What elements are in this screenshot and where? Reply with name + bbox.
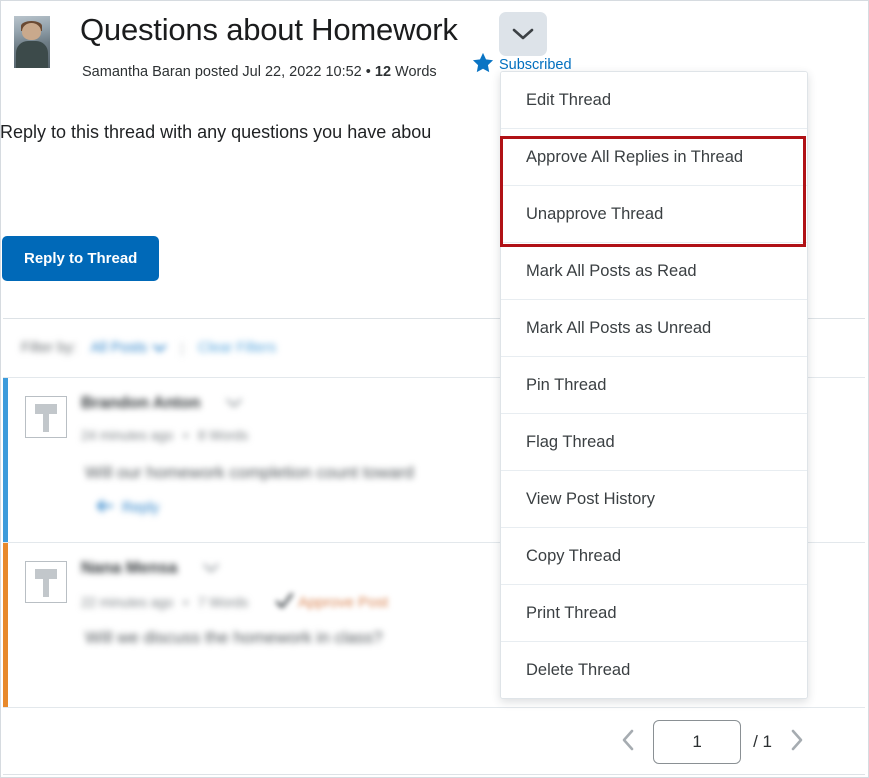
discussion-thread-screen: Questions about Homework Samantha Baran … [0,0,869,778]
post-status-accent [3,543,8,707]
post-options-icon[interactable] [203,560,219,578]
menu-item-edit-thread[interactable]: Edit Thread [501,72,807,129]
filter-dropdown-value: All Posts [90,340,148,356]
post-header: Nana Mensa [81,559,219,578]
reply-to-thread-button[interactable]: Reply to Thread [2,236,160,281]
approve-post-link[interactable]: Approve Post [275,592,389,612]
chevron-right-icon [790,730,804,754]
thread-word-suffix: Words [391,64,437,80]
thread-body-text: Reply to this thread with any questions … [0,122,432,142]
post-author: Brandon Anton [81,394,201,412]
approve-check-icon [275,592,294,612]
menu-item-print-thread[interactable]: Print Thread [501,585,807,642]
post-reply-label: Reply [122,500,160,516]
menu-item-unapprove-thread[interactable]: Unapprove Thread [501,186,807,243]
post-meta-separator: • [183,428,189,443]
menu-item-approve-all-replies[interactable]: Approve All Replies in Thread [501,129,807,186]
post-meta-separator: • [183,595,189,610]
post-time: 24 minutes ago [81,428,174,443]
thread-options-menu[interactable]: Edit Thread Approve All Replies in Threa… [500,71,808,699]
menu-item-flag-thread[interactable]: Flag Thread [501,414,807,471]
post-meta: 22 minutes ago • 7 Words Approve Post [81,592,389,612]
chevron-down-icon [152,340,167,356]
post-body: Will our homework completion count towar… [85,463,414,482]
reply-arrow-icon [96,499,115,516]
previous-page-button[interactable] [615,727,641,755]
thread-word-count: 12 [374,64,392,80]
post-status-accent [3,378,8,542]
avatar-body [16,41,48,68]
post-author: Nana Mensa [81,559,178,577]
approve-post-label: Approve Post [298,594,389,611]
filter-dropdown[interactable]: All Posts [90,340,167,356]
post-word-count: 7 Words [198,595,249,610]
post-header: Brandon Anton [81,394,243,413]
thread-meta: Samantha Baran posted Jul 22, 2022 10:52… [82,64,437,80]
post-meta: 24 minutes ago • 8 Words [81,428,248,443]
total-pages-label: / 1 [753,731,772,751]
chevron-left-icon [621,730,635,754]
clear-filters-link[interactable]: Clear Filters [198,340,276,356]
thread-meta-author: Samantha Baran posted Jul 22, 2022 10:52… [82,64,375,80]
pagination: / 1 [3,709,865,775]
menu-item-delete-thread[interactable]: Delete Thread [501,642,807,698]
filter-by-label: Filter by: [21,340,77,356]
menu-item-view-post-history[interactable]: View Post History [501,471,807,528]
page-title: Questions about Homework [80,12,458,47]
page-number-input[interactable] [653,719,742,764]
menu-item-pin-thread[interactable]: Pin Thread [501,357,807,414]
avatar [25,561,67,603]
avatar [14,16,50,68]
star-filled-icon [472,52,494,78]
post-time: 22 minutes ago [81,595,174,610]
post-body: Will we discuss the homework in class? [85,628,383,647]
avatar [25,396,67,438]
post-options-icon[interactable] [226,395,243,413]
menu-item-copy-thread[interactable]: Copy Thread [501,528,807,585]
post-word-count: 8 Words [198,428,249,443]
menu-item-mark-all-unread[interactable]: Mark All Posts as Unread [501,300,807,357]
next-page-button[interactable] [784,727,810,755]
menu-item-mark-all-read[interactable]: Mark All Posts as Read [501,243,807,300]
avatar-face [22,23,41,40]
thread-options-button[interactable] [499,12,547,56]
chevron-down-icon [499,27,547,41]
filter-separator: | [180,339,184,357]
post-reply-link[interactable]: Reply [96,499,160,516]
